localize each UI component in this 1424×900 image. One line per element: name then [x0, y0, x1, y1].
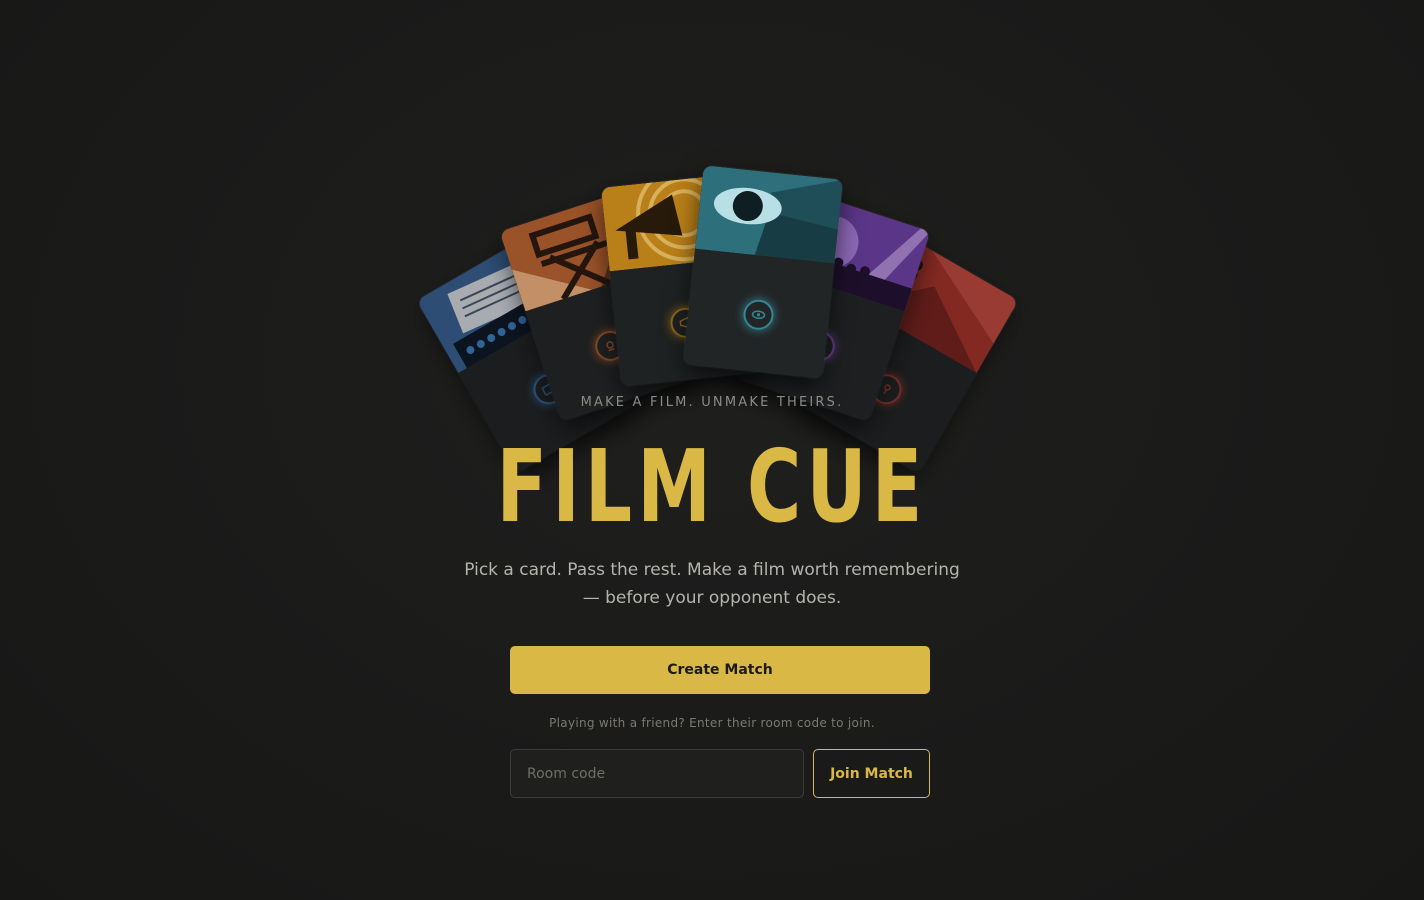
tagline: MAKE A FILM. UNMAKE THEIRS. [580, 395, 844, 410]
create-match-button[interactable]: Create Match [510, 646, 930, 694]
join-hint: Playing with a friend? Enter their room … [549, 716, 875, 730]
landing-screen: MAKE A FILM. UNMAKE THEIRS. FILM CUE Pic… [0, 0, 1424, 900]
room-code-input[interactable] [510, 749, 804, 798]
card-fan [0, 0, 1424, 474]
card-eye [682, 165, 844, 379]
subtitle: Pick a card. Pass the rest. Make a film … [464, 560, 960, 608]
join-match-button[interactable]: Join Match [813, 749, 930, 798]
game-title: FILM CUE [496, 428, 928, 545]
card-art [695, 165, 844, 264]
